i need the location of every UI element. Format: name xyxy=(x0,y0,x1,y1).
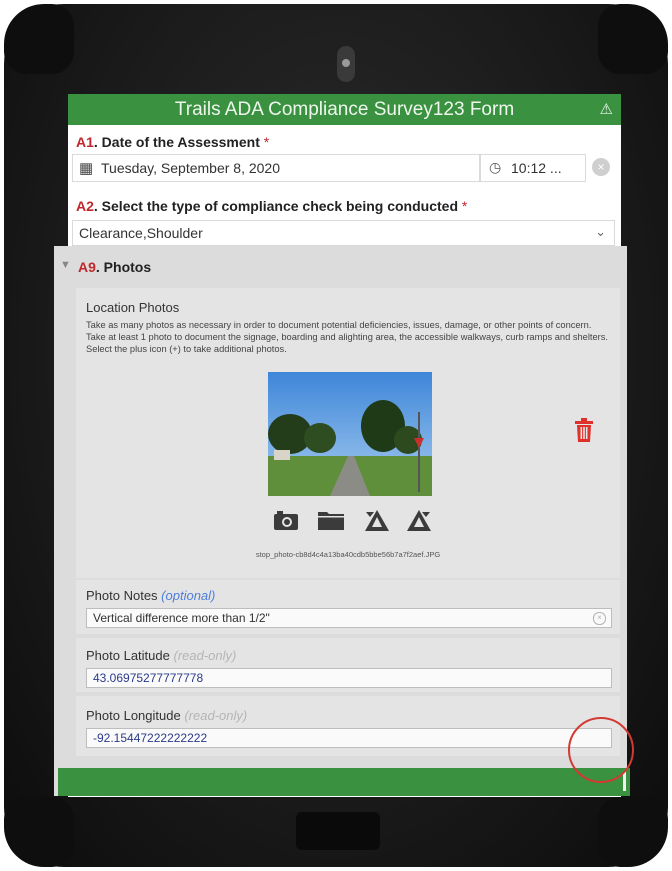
selected-value: Clearance,Shoulder xyxy=(79,225,203,241)
date-value: Tuesday, September 8, 2020 xyxy=(101,160,280,176)
photo-latitude-field: 43.06975277777778 xyxy=(86,668,612,688)
question-number: A1 xyxy=(76,134,94,150)
question-text: . Select the type of compliance check be… xyxy=(93,198,458,214)
location-photos-card: Location Photos Take as many photos as n… xyxy=(76,288,620,578)
collapse-triangle-icon[interactable]: ▼ xyxy=(60,259,71,271)
photo-latitude-label: Photo Latitude (read-only) xyxy=(86,648,236,663)
photo-longitude-value: -92.15447222222222 xyxy=(93,731,208,745)
label-text: Photo Longitude xyxy=(86,708,181,723)
rotate-right-icon[interactable] xyxy=(406,508,432,532)
photo-thumbnail[interactable] xyxy=(268,372,432,496)
warning-triangle-icon[interactable]: ⚠ xyxy=(600,100,613,118)
question-number: A2 xyxy=(76,198,94,214)
photo-latitude-value: 43.06975277777778 xyxy=(93,671,204,685)
case-corner-bottom-left xyxy=(4,797,74,867)
photo-notes-label: Photo Notes (optional) xyxy=(86,588,215,603)
submit-indicator[interactable] xyxy=(623,772,626,791)
question-text: . Date of the Assessment xyxy=(93,134,260,150)
front-camera xyxy=(337,46,355,82)
rotate-left-icon[interactable] xyxy=(364,508,390,532)
date-field[interactable]: ▦ Tuesday, September 8, 2020 xyxy=(72,154,480,182)
group-title: A9. Photos xyxy=(78,259,151,275)
photo-actions xyxy=(272,508,432,534)
read-only-hint: (read-only) xyxy=(173,648,237,663)
photo-longitude-field: -92.15447222222222 xyxy=(86,728,612,748)
question-text: . Photos xyxy=(95,259,152,275)
clear-datetime-icon[interactable]: × xyxy=(592,158,610,176)
photo-filename: stop_photo-cb8d4c4a13ba40cdb5bbe56b7a7f2… xyxy=(255,550,441,559)
form-title-bar: Trails ADA Compliance Survey123 Form ⚠ xyxy=(68,94,621,125)
case-corner-top-left xyxy=(4,4,74,74)
photo-notes-value: Vertical difference more than 1/2" xyxy=(93,611,270,625)
clock-icon: ◷ xyxy=(489,159,502,175)
photo-notes-card: Photo Notes (optional) Vertical differen… xyxy=(76,580,620,634)
form-title: Trails ADA Compliance Survey123 Form xyxy=(174,99,515,120)
clear-input-icon[interactable]: × xyxy=(593,612,606,625)
chevron-down-icon: ⌄ xyxy=(595,224,606,239)
location-photos-description: Take as many photos as necessary in orde… xyxy=(86,320,608,354)
case-corner-bottom-right xyxy=(598,797,668,867)
photo-notes-input[interactable]: Vertical difference more than 1/2" × xyxy=(86,608,612,628)
time-field[interactable]: ◷ 10:12 ... xyxy=(480,154,586,182)
photos-group-header[interactable]: ▼ A9. Photos xyxy=(54,246,627,286)
camera-icon[interactable] xyxy=(274,510,298,530)
case-corner-top-right xyxy=(598,4,668,74)
required-asterisk: * xyxy=(263,134,270,150)
label-text: Photo Notes xyxy=(86,588,158,603)
photo-longitude-label: Photo Longitude (read-only) xyxy=(86,708,247,723)
bottom-navigation-bar xyxy=(58,768,630,796)
delete-photo-icon[interactable] xyxy=(574,418,594,442)
question-number: A9 xyxy=(78,259,96,275)
label-text: Photo Latitude xyxy=(86,648,170,663)
question-a1-label: A1. Date of the Assessment * xyxy=(76,134,269,150)
required-asterisk: * xyxy=(461,198,468,214)
photo-latitude-card: Photo Latitude (read-only) 43.0697527777… xyxy=(76,638,620,692)
read-only-hint: (read-only) xyxy=(184,708,248,723)
question-a2-label: A2. Select the type of compliance check … xyxy=(76,198,467,214)
photo-longitude-card: Photo Longitude (read-only) -92.15447222… xyxy=(76,696,620,756)
annotation-circle xyxy=(568,717,634,783)
folder-icon[interactable] xyxy=(318,510,344,530)
compliance-type-select[interactable]: Clearance,Shoulder ⌄ xyxy=(72,220,615,246)
photos-group-panel: ▼ A9. Photos Location Photos Take as man… xyxy=(54,246,627,796)
optional-hint: (optional) xyxy=(161,588,216,603)
location-photos-title: Location Photos xyxy=(86,300,180,315)
home-button-slot xyxy=(296,812,380,850)
calendar-icon: ▦ xyxy=(79,160,94,177)
time-value: 10:12 ... xyxy=(511,160,562,176)
